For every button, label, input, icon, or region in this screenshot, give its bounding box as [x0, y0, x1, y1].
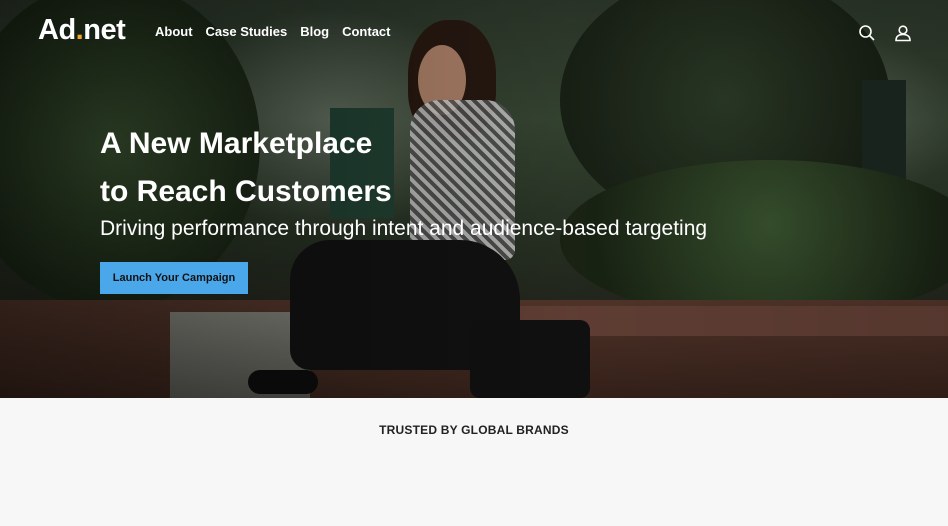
hero-title-line-1: A New Marketplace	[100, 127, 373, 160]
hero-section: Ad.net About Case Studies Blog Contact A…	[0, 0, 948, 398]
hero-subtitle: Driving performance through intent and a…	[100, 217, 708, 240]
nav-link-case-studies[interactable]: Case Studies	[206, 24, 288, 39]
nav-link-contact[interactable]: Contact	[342, 24, 390, 39]
nav-links: About Case Studies Blog Contact	[155, 24, 390, 39]
nav-link-blog[interactable]: Blog	[300, 24, 329, 39]
user-icon[interactable]	[894, 24, 912, 42]
trusted-brands-section: TRUSTED BY GLOBAL BRANDS	[0, 398, 948, 526]
logo-text-end: net	[83, 14, 126, 46]
trusted-brands-label: TRUSTED BY GLOBAL BRANDS	[379, 423, 569, 437]
search-icon[interactable]	[858, 24, 876, 42]
hero-title-line-2: to Reach Customers	[100, 175, 392, 208]
top-navigation: Ad.net About Case Studies Blog Contact	[0, 0, 948, 64]
logo-text-main: Ad	[38, 14, 76, 46]
site-logo[interactable]: Ad.net	[38, 14, 126, 47]
hero-title: A New Marketplace to Reach Customers	[100, 120, 392, 216]
nav-link-about[interactable]: About	[155, 24, 193, 39]
launch-campaign-button[interactable]: Launch Your Campaign	[100, 262, 248, 294]
